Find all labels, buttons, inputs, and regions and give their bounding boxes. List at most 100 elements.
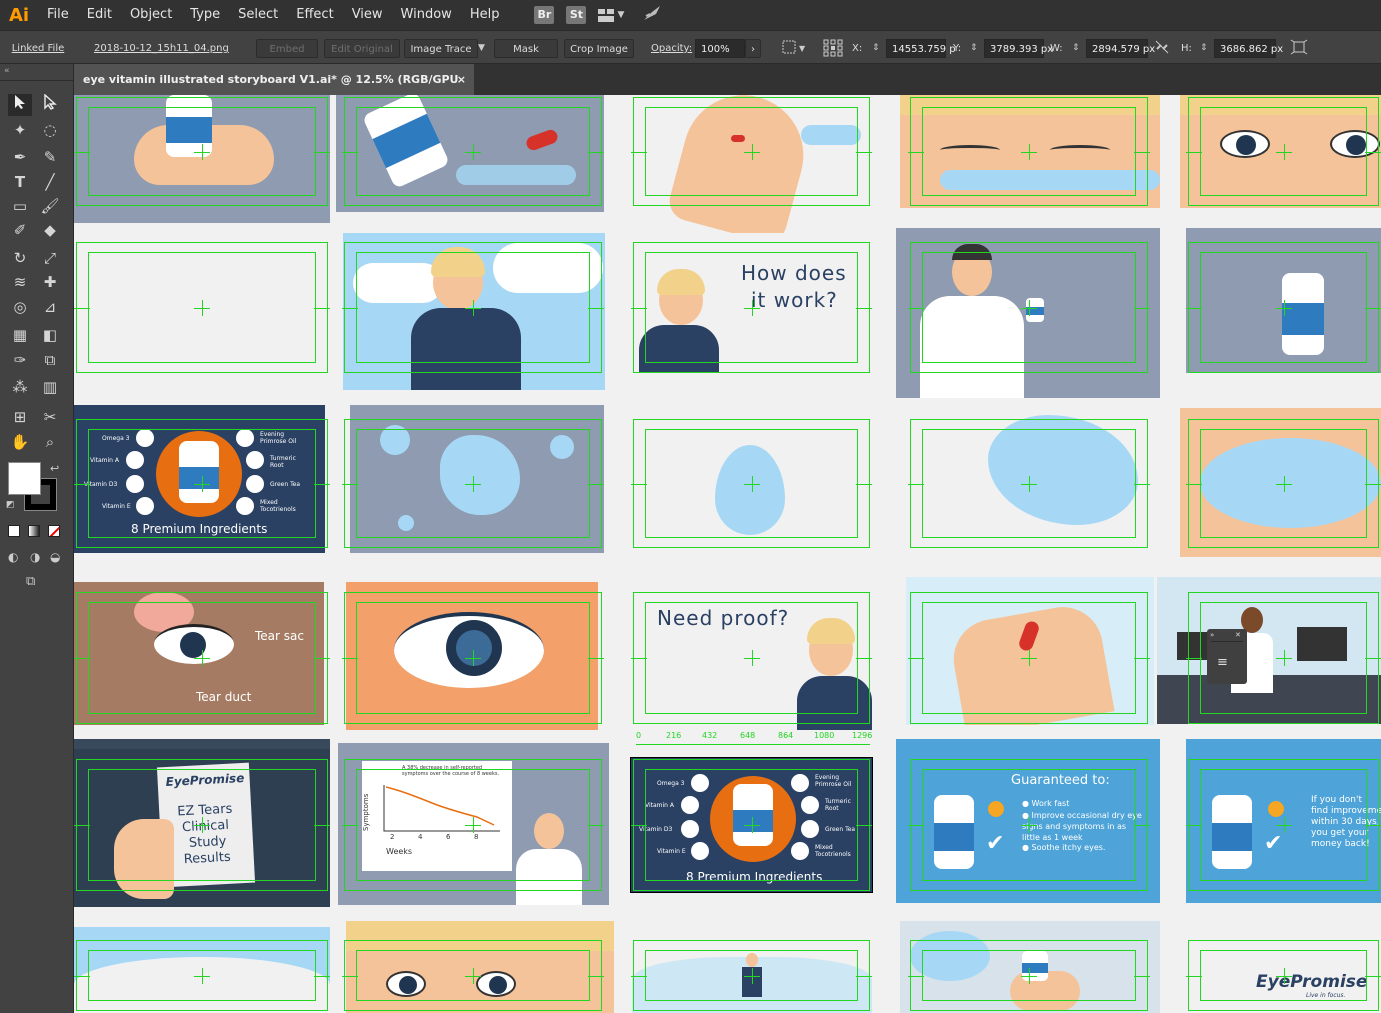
storyboard-frame-8[interactable]: How does it work? bbox=[631, 233, 872, 373]
eyedropper-tool-icon[interactable]: ✑ bbox=[8, 349, 32, 371]
w-input[interactable]: 2894.579 px bbox=[1086, 39, 1155, 58]
menu-effect[interactable]: Effect bbox=[287, 0, 342, 30]
close-tab-icon[interactable]: × bbox=[457, 64, 466, 95]
storyboard-frame-16[interactable]: Tear sac Tear duct bbox=[74, 582, 324, 725]
free-transform-tool-icon[interactable]: ✚ bbox=[38, 271, 62, 293]
storyboard-frame-9[interactable] bbox=[896, 228, 1160, 398]
menu-window[interactable]: Window bbox=[392, 0, 461, 30]
perspective-grid-tool-icon[interactable]: ⊿ bbox=[38, 296, 62, 318]
document-tab[interactable]: eye vitamin illustrated storyboard V1.ai… bbox=[74, 64, 474, 117]
storyboard-frame-1[interactable] bbox=[74, 95, 330, 223]
h-input[interactable]: 3686.862 px bbox=[1214, 39, 1283, 58]
storyboard-frame-27[interactable] bbox=[346, 921, 614, 1013]
scale-tool-icon[interactable]: ⤢ bbox=[38, 247, 62, 269]
storyboard-frame-2[interactable] bbox=[336, 95, 604, 212]
swap-fill-stroke-icon[interactable]: ↩ bbox=[50, 462, 59, 475]
storyboard-frame-20[interactable]: » ✕ ≡ bbox=[1157, 577, 1381, 724]
menu-help[interactable]: Help bbox=[461, 0, 509, 30]
line-segment-tool-icon[interactable]: ╱ bbox=[38, 171, 62, 193]
paintbrush-tool-icon[interactable]: 🖌 bbox=[38, 195, 62, 217]
image-trace-button[interactable]: Image Trace bbox=[404, 39, 478, 58]
storyboard-frame-14[interactable] bbox=[908, 405, 1150, 548]
image-trace-dropdown-icon[interactable]: ▼ bbox=[478, 39, 490, 58]
linked-file-name[interactable]: 2018-10-12_15h11_04.png bbox=[94, 39, 244, 58]
storyboard-frame-17[interactable] bbox=[346, 582, 598, 730]
x-input[interactable]: 14553.759 p bbox=[886, 39, 956, 58]
magic-wand-tool-icon[interactable]: ✦ bbox=[8, 119, 32, 141]
storyboard-frame-25[interactable]: ✔ If you don't find improvement within 3… bbox=[1186, 739, 1381, 903]
opacity-label[interactable]: Opacity: bbox=[651, 39, 692, 58]
w-stepper-icon[interactable]: ⇕ bbox=[1072, 39, 1084, 58]
panel-overlay-widget[interactable]: » ✕ ≡ bbox=[1207, 629, 1247, 684]
menu-object[interactable]: Object bbox=[121, 0, 181, 30]
gpu-performance-icon[interactable] bbox=[642, 4, 662, 26]
widget-close-icon[interactable]: ✕ bbox=[1235, 631, 1241, 639]
storyboard-frame-21[interactable]: EyePromise EZ Tears Clinical Study Resul… bbox=[74, 739, 330, 907]
storyboard-frame-15[interactable] bbox=[1180, 408, 1381, 557]
widget-menu-icon[interactable]: ≡ bbox=[1217, 655, 1228, 670]
storyboard-frame-7[interactable] bbox=[343, 233, 605, 390]
shaper-tool-icon[interactable]: ✐ bbox=[8, 219, 32, 241]
symbol-sprayer-tool-icon[interactable]: ⁂ bbox=[8, 376, 32, 398]
storyboard-frame-4[interactable] bbox=[900, 95, 1160, 208]
transform-icon[interactable] bbox=[1290, 39, 1310, 58]
menu-type[interactable]: Type bbox=[181, 0, 229, 30]
widget-expand-icon[interactable]: » bbox=[1210, 631, 1214, 639]
gradient-tool-icon[interactable]: ◧ bbox=[38, 324, 62, 346]
storyboard-frame-26[interactable] bbox=[74, 927, 330, 1013]
align-icon[interactable]: ▼ bbox=[781, 39, 809, 58]
default-colors-icon[interactable]: ◩ bbox=[6, 500, 15, 510]
gradient-mode-icon[interactable] bbox=[28, 525, 40, 537]
storyboard-frame-29[interactable] bbox=[900, 921, 1160, 1013]
y-input[interactable]: 3789.393 px bbox=[984, 39, 1053, 58]
storyboard-frame-24[interactable]: Guaranteed to: ✔ ● Work fast ● Improve o… bbox=[896, 739, 1160, 903]
column-graph-tool-icon[interactable]: ▥ bbox=[38, 376, 62, 398]
storyboard-frame-19[interactable] bbox=[906, 577, 1154, 725]
lasso-tool-icon[interactable]: ◌ bbox=[38, 119, 62, 141]
warp-tool-icon[interactable]: ≋ bbox=[8, 271, 32, 293]
storyboard-frame-6[interactable] bbox=[74, 228, 330, 369]
storyboard-frame-22[interactable]: A 38% decrease in self-reported symptoms… bbox=[338, 743, 609, 905]
pen-tool-icon[interactable]: ✒ bbox=[8, 146, 32, 168]
linked-file-link[interactable]: Linked File bbox=[6, 39, 70, 58]
draw-behind-icon[interactable]: ◑ bbox=[30, 550, 40, 564]
menu-view[interactable]: View bbox=[343, 0, 392, 30]
menu-file[interactable]: File bbox=[38, 0, 78, 30]
h-stepper-icon[interactable]: ⇕ bbox=[1200, 39, 1212, 58]
artboard-ruler[interactable]: 0 216 432 648 864 1080 1296 bbox=[636, 731, 872, 745]
hand-tool-icon[interactable]: ✋ bbox=[8, 431, 32, 453]
storyboard-frame-13[interactable] bbox=[631, 405, 872, 553]
edit-original-button[interactable]: Edit Original bbox=[324, 39, 400, 58]
menu-select[interactable]: Select bbox=[229, 0, 287, 30]
fill-swatch[interactable] bbox=[8, 462, 41, 495]
shape-builder-tool-icon[interactable]: ◎ bbox=[8, 296, 32, 318]
opacity-input[interactable]: 100% bbox=[695, 39, 745, 58]
workspace-icon[interactable]: ▼ bbox=[598, 6, 628, 24]
storyboard-frame-3[interactable] bbox=[631, 95, 872, 233]
screen-mode-icon[interactable]: ⧉ bbox=[26, 574, 35, 589]
slice-tool-icon[interactable]: ✂ bbox=[38, 406, 62, 428]
storyboard-frame-5[interactable] bbox=[1180, 95, 1381, 208]
x-stepper-icon[interactable]: ⇕ bbox=[872, 39, 884, 58]
menu-edit[interactable]: Edit bbox=[78, 0, 121, 30]
storyboard-frame-28[interactable] bbox=[622, 917, 882, 1013]
storyboard-frame-10[interactable] bbox=[1186, 228, 1381, 373]
draw-mode-icon[interactable]: ◐ bbox=[8, 550, 18, 564]
artboard-tool-icon[interactable]: ⊞ bbox=[8, 406, 32, 428]
collapse-panel-icon[interactable]: « bbox=[4, 66, 10, 76]
rectangle-tool-icon[interactable]: ▭ bbox=[8, 195, 32, 217]
none-mode-icon[interactable] bbox=[48, 525, 60, 537]
crop-image-button[interactable]: Crop Image bbox=[564, 39, 634, 58]
rotate-tool-icon[interactable]: ↻ bbox=[8, 247, 32, 269]
reference-point-icon[interactable] bbox=[823, 39, 845, 58]
stock-button[interactable]: St bbox=[566, 6, 587, 24]
type-tool-icon[interactable]: T bbox=[8, 171, 32, 193]
constrain-proportions-icon[interactable] bbox=[1154, 39, 1172, 58]
selection-tool-icon[interactable] bbox=[8, 94, 32, 116]
eraser-tool-icon[interactable]: ◆ bbox=[38, 219, 62, 241]
y-stepper-icon[interactable]: ⇕ bbox=[970, 39, 982, 58]
curvature-tool-icon[interactable]: ✎ bbox=[38, 146, 62, 168]
storyboard-frame-23[interactable]: Omega 3 Vitamin A Vitamin D3 Vitamin E E… bbox=[630, 757, 873, 893]
bridge-button[interactable]: Br bbox=[534, 6, 555, 24]
storyboard-frame-18[interactable]: Need proof? bbox=[631, 582, 872, 730]
